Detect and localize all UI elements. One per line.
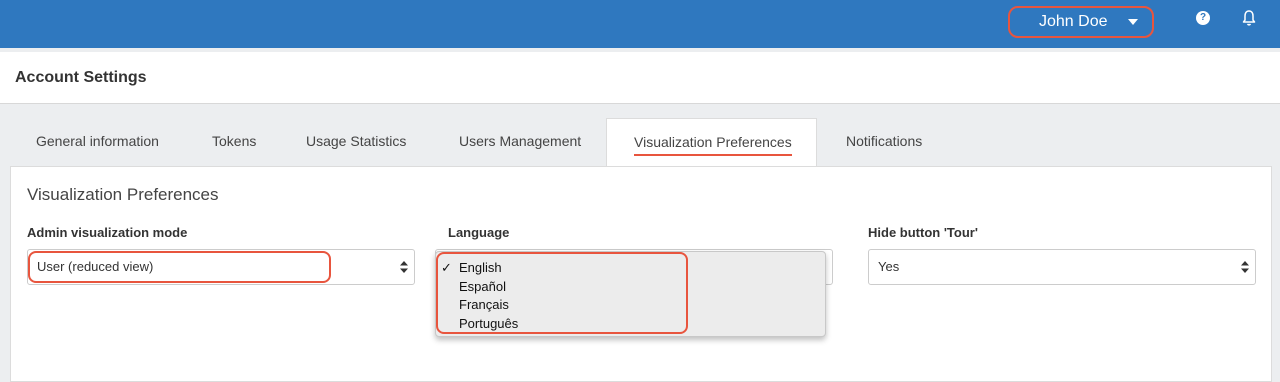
hide-tour-label: Hide button 'Tour' <box>868 225 978 240</box>
tab-label: Users Management <box>459 133 582 149</box>
tab-label: Notifications <box>846 133 923 149</box>
tab-general-information[interactable]: General information <box>36 118 159 166</box>
question-circle-icon[interactable]: ? <box>1196 11 1210 25</box>
tab-usage-statistics[interactable]: Usage Statistics <box>306 118 406 166</box>
top-navbar: John Doe ? <box>0 0 1280 48</box>
user-name: John Doe <box>1039 13 1108 30</box>
section-title: Visualization Preferences <box>27 185 219 204</box>
settings-tabs: General information Tokens Usage Statist… <box>10 118 1272 167</box>
language-label: Language <box>448 225 510 240</box>
admin-mode-label: Admin visualization mode <box>27 225 188 240</box>
tab-label: Tokens <box>212 133 257 149</box>
tab-visualization-preferences[interactable]: Visualization Preferences <box>606 118 817 167</box>
select-arrows-icon <box>1241 261 1249 273</box>
language-highlight <box>436 252 688 334</box>
visualization-preferences-panel: Visualization Preferences Admin visualiz… <box>10 166 1272 382</box>
bell-icon[interactable] <box>1241 9 1257 27</box>
page-header: Account Settings <box>0 52 1280 104</box>
tab-notifications[interactable]: Notifications <box>846 118 922 166</box>
caret-down-icon <box>1128 19 1138 25</box>
tab-tokens[interactable]: Tokens <box>212 118 256 166</box>
select-arrows-icon <box>400 261 408 273</box>
tab-label: Visualization Preferences <box>634 134 792 156</box>
tab-users-management[interactable]: Users Management <box>459 118 581 166</box>
page-title: Account Settings <box>15 69 147 86</box>
hide-tour-select[interactable]: Yes <box>868 249 1256 285</box>
tab-label: General information <box>36 133 159 149</box>
user-menu-button[interactable]: John Doe <box>1008 6 1154 38</box>
tab-label: Usage Statistics <box>306 133 407 149</box>
hide-tour-value: Yes <box>878 259 900 274</box>
admin-mode-highlight <box>28 251 331 283</box>
